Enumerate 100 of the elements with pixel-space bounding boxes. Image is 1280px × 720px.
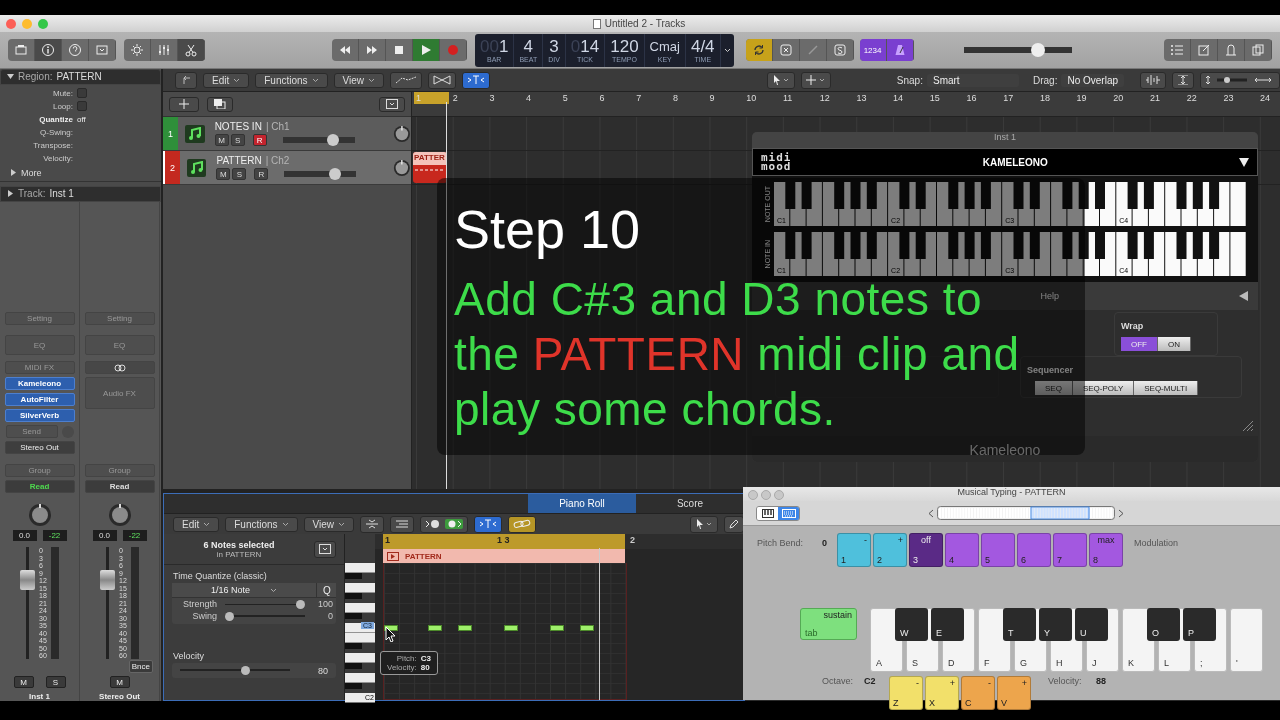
- automation-button[interactable]: [390, 71, 423, 89]
- catch-button[interactable]: [462, 71, 491, 89]
- vertical-zoom-button[interactable]: [1172, 71, 1194, 89]
- record-button[interactable]: R: [252, 134, 267, 146]
- piano-key[interactable]: ': [1230, 608, 1263, 672]
- sharp-key[interactable]: E: [931, 608, 964, 641]
- sharp-key[interactable]: Y: [1039, 608, 1072, 641]
- link-button[interactable]: [508, 515, 537, 533]
- catch-button[interactable]: [474, 515, 503, 533]
- slider-thumb[interactable]: [1031, 43, 1046, 57]
- sharp-key[interactable]: T: [1003, 608, 1036, 641]
- sharp-key[interactable]: O: [1147, 608, 1180, 641]
- key-button[interactable]: + X: [925, 676, 959, 710]
- strip-toggle-button[interactable]: M: [109, 676, 130, 688]
- back-button[interactable]: [175, 71, 197, 89]
- piano-keyboard-drawing[interactable]: [345, 563, 375, 703]
- solo-button[interactable]: S: [230, 134, 245, 146]
- sharp-key[interactable]: P: [1183, 608, 1216, 641]
- key-button[interactable]: 4: [945, 533, 979, 567]
- quantize-dropdown[interactable]: 1/16 Note: [172, 583, 316, 597]
- track-volume-slider[interactable]: [282, 134, 355, 146]
- pan-knob[interactable]: [393, 123, 411, 144]
- key-button[interactable]: 5: [981, 533, 1015, 567]
- mute-button[interactable]: M: [214, 134, 229, 146]
- slider-thumb[interactable]: [296, 599, 305, 609]
- track-header[interactable]: 1 NOTES IN | Ch1 M S R: [163, 117, 411, 151]
- menu-button[interactable]: View: [303, 516, 355, 532]
- play-button[interactable]: [413, 39, 440, 61]
- plugin-slot[interactable]: AutoFilter: [4, 393, 75, 406]
- sharp-key[interactable]: W: [895, 608, 928, 641]
- region-header[interactable]: Region: PATTERN: [0, 69, 161, 85]
- quantize-value[interactable]: off: [77, 114, 86, 124]
- flex-button[interactable]: [428, 71, 457, 89]
- metronome-button[interactable]: [886, 39, 914, 61]
- inspector-button[interactable]: [35, 39, 62, 61]
- automation-mode-button[interactable]: Read: [84, 480, 155, 493]
- record-button[interactable]: R: [254, 168, 269, 180]
- keyboard-mode-button[interactable]: [778, 506, 799, 520]
- mode-button[interactable]: OFF: [1121, 337, 1158, 351]
- duplicate-track-button[interactable]: [207, 96, 233, 112]
- key-button[interactable]: 6: [1017, 533, 1051, 567]
- bounce-button[interactable]: Bnce: [128, 660, 153, 673]
- key-button[interactable]: + V: [997, 676, 1031, 710]
- checkbox[interactable]: [77, 101, 87, 112]
- piano-keyboard-drawing[interactable]: [774, 232, 1246, 276]
- pointer-tool-button[interactable]: [766, 71, 795, 89]
- menu-button[interactable]: Functions: [225, 516, 298, 532]
- count-in-button[interactable]: 1234: [859, 39, 887, 61]
- chevron-right-icon[interactable]: [1118, 508, 1124, 518]
- plugin-slot[interactable]: Kameleono: [4, 377, 75, 390]
- key-button[interactable]: - 1: [837, 533, 871, 567]
- editor-tab[interactable]: Piano Roll: [528, 494, 636, 513]
- timeline-ruler[interactable]: 1 1 3 2: [375, 534, 744, 549]
- sustain-key[interactable]: sustain tab: [800, 608, 857, 640]
- more-label[interactable]: More: [21, 167, 42, 178]
- quantize-button[interactable]: Q: [316, 583, 336, 597]
- pencil-tool-button[interactable]: [724, 515, 744, 533]
- collapse-button[interactable]: [360, 515, 385, 533]
- sharp-key[interactable]: U: [1075, 608, 1108, 641]
- fader-thumb[interactable]: [20, 570, 36, 590]
- fader-thumb[interactable]: [100, 570, 116, 590]
- automation-mode-button[interactable]: Read: [4, 480, 75, 493]
- disclosure-icon[interactable]: [10, 169, 17, 177]
- key-button[interactable]: 7: [1053, 533, 1087, 567]
- disclosure-icon[interactable]: [7, 73, 14, 81]
- pan-knob[interactable]: [393, 157, 411, 178]
- resize-grip-icon[interactable]: [1242, 420, 1254, 432]
- pointer-tool-button[interactable]: [690, 515, 718, 533]
- slider-thumb[interactable]: [327, 134, 340, 146]
- menu-button[interactable]: Edit: [203, 72, 250, 88]
- strip-toggle-button[interactable]: M: [13, 676, 34, 688]
- cycle-button[interactable]: [745, 39, 773, 61]
- menu-button[interactable]: View: [333, 72, 385, 88]
- track-volume-slider[interactable]: [284, 168, 357, 180]
- key-button[interactable]: off 3: [909, 533, 943, 567]
- add-track-button[interactable]: [169, 96, 199, 112]
- chevron-left-icon[interactable]: [928, 508, 934, 518]
- key-button[interactable]: + 2: [873, 533, 907, 567]
- slider-thumb[interactable]: [225, 611, 234, 621]
- key-button[interactable]: - C: [961, 676, 995, 710]
- output-slot[interactable]: Stereo Out: [4, 441, 75, 454]
- pan-knob[interactable]: [107, 503, 132, 527]
- preset-menu-button[interactable]: [1239, 157, 1249, 167]
- drag-dropdown[interactable]: No Overlap: [1061, 73, 1124, 87]
- piano-keyboard-drawing[interactable]: [774, 182, 1246, 226]
- checkbox[interactable]: [77, 88, 87, 99]
- midi-in-button[interactable]: [420, 515, 469, 533]
- piano-mode-button[interactable]: [757, 506, 778, 520]
- slider-thumb[interactable]: [240, 666, 250, 675]
- key-button[interactable]: - Z: [889, 676, 923, 710]
- mode-button[interactable]: ON: [1158, 337, 1191, 351]
- global-tracks-button[interactable]: [379, 96, 405, 112]
- region-header[interactable]: PATTERN: [383, 549, 625, 563]
- disclosure-icon[interactable]: [7, 190, 14, 198]
- scissors-button[interactable]: [178, 39, 205, 61]
- timeline-ruler[interactable]: 1 2 3 4 5 6 7 8 9 10 11 12 13 14 15 16 17 18 19 20 21 22 23 24: [412, 92, 1280, 117]
- waveform-zoom-button[interactable]: [1140, 71, 1166, 89]
- inspector-toggle-button[interactable]: [314, 540, 336, 558]
- slider-thumb[interactable]: [328, 168, 341, 180]
- keyboard-range-drawing[interactable]: [937, 506, 1115, 520]
